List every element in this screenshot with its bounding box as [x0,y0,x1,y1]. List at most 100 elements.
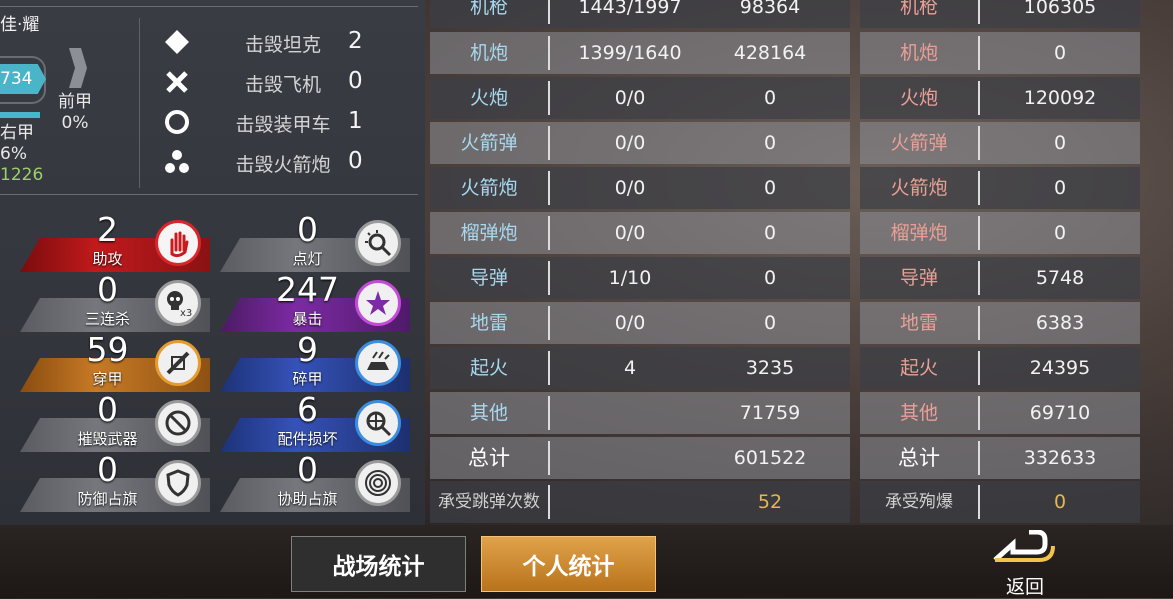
dealt-value: 0 [763,177,777,199]
taken-weapon-label: 导弹 [899,267,938,289]
kill-row-rocket-artillery: 击毁火箭炮 0 [160,146,380,176]
table-row-dealt: 导弹 1/10 0 [430,257,850,299]
svg-text:x3: x3 [180,308,192,318]
column-divider [548,171,550,205]
table-row-taken: 机炮 0 [860,32,1140,74]
detonation-value: 0 [1053,491,1067,513]
table-row-dealt: 火箭弹 0/0 0 [430,122,850,164]
ricochet-label: 承受跳弹次数 [438,492,540,512]
dealt-value: 428164 [733,42,807,64]
column-divider [978,261,980,295]
player-panel: 佳·耀 734 前甲 0% 右甲 6% 1226 击毁坦克 2 击毁飞机 0 击毁装… [0,0,425,525]
shatter-icon [355,340,401,386]
weapon-label: 机枪 [469,0,508,18]
badge-defend-flag: 0 防御占旗 [20,452,210,512]
column-divider [548,396,550,430]
divider [0,6,418,7]
weapon-label: 其他 [469,402,508,424]
hits-value: 0/0 [614,222,646,244]
pierce-icon [155,340,201,386]
taken-value: 6383 [1035,312,1085,334]
column-divider [978,441,980,475]
weapon-label: 导弹 [469,267,508,289]
weapon-label: 地雷 [469,312,508,334]
hits-value: 0/0 [614,87,646,109]
divider [0,194,418,195]
taken-value: 0 [1053,132,1067,154]
taken-value: 5748 [1035,267,1085,289]
taken-weapon-label: 起火 [899,357,938,379]
personal-stats-button[interactable]: 个人统计 [481,536,656,592]
table-row-taken: 起火 24395 [860,347,1140,389]
return-label: 返回 [1005,576,1044,598]
table-row-taken: 火炮 120092 [860,77,1140,119]
taken-value: 0 [1053,222,1067,244]
column-divider [548,126,550,160]
side-armor-bar [0,112,40,118]
dealt-value: 0 [763,267,777,289]
taken-weapon-label: 机枪 [899,0,938,18]
badge-destroy-weapon: 0 摧毁武器 [20,392,210,452]
table-row-dealt: 其他 71759 [430,392,850,434]
column-divider [548,441,550,475]
badge-spot: 0 点灯 [220,212,410,272]
spotlight-icon [355,220,401,266]
taken-value: 0 [1053,177,1067,199]
column-divider [978,81,980,115]
shield-icon [155,460,201,506]
column-divider [978,216,980,250]
return-icon [993,529,1055,562]
weapon-label: 火箭炮 [460,177,518,199]
front-armor-chevron-icon [69,48,87,88]
totals-taken-label: 总计 [898,446,940,470]
column-divider [978,171,980,205]
table-row-dealt: 起火 4 3235 [430,347,850,389]
tank-armor-indicator: 734 [0,64,46,94]
table-row-taken: 机枪 106305 [860,0,1140,28]
hits-value: 0/0 [614,132,646,154]
table-row-dealt: 机枪 1443/1997 98364 [430,0,850,28]
front-armor: 前甲 0% [58,92,92,133]
column-divider [978,351,980,385]
badge-part-damage: 6 配件损坏 [220,392,410,452]
column-divider [978,126,980,160]
column-divider [978,36,980,70]
table-row-taken: 榴弹炮 0 [860,212,1140,254]
hits-value: 0/0 [614,177,646,199]
taken-value: 69710 [1029,402,1091,424]
column-divider [978,485,980,519]
kill-row-tank: 击毁坦克 2 [160,26,380,56]
table-row-dealt: 火炮 0/0 0 [430,77,850,119]
totals-row-dealt: 总计 601522 [430,437,850,479]
column-divider [978,0,980,24]
column-divider [978,396,980,430]
table-row-taken: 火箭炮 0 [860,167,1140,209]
dealt-value: 0 [763,312,777,334]
return-button[interactable]: 返回 [990,529,1060,598]
ricochet-row: 承受跳弹次数 52 [430,481,850,523]
hits-value: 4 [623,357,637,379]
dealt-value: 0 [763,132,777,154]
taken-value: 120092 [1023,87,1097,109]
taken-weapon-label: 其他 [899,402,938,424]
weapon-label: 火箭弹 [460,132,518,154]
ring-icon [165,110,189,134]
badge-triple-kill: 0 三连杀 x3 [20,272,210,332]
taken-value: 0 [1053,42,1067,64]
badge-critical: 247 暴击 [220,272,410,332]
column-divider [548,36,550,70]
totals-dealt: 601522 [733,447,807,469]
table-row-dealt: 火箭炮 0/0 0 [430,167,850,209]
part-damage-icon [355,400,401,446]
dealt-value: 0 [763,222,777,244]
skull-x3-icon: x3 [155,280,201,326]
table-row-dealt: 地雷 0/0 0 [430,302,850,344]
battle-stats-button[interactable]: 战场统计 [291,536,466,592]
badge-shatter: 9 碎甲 [220,332,410,392]
bottom-bar: 战场统计 个人统计 返回 [0,525,1173,598]
target-icon [355,460,401,506]
dealt-value: 71759 [739,402,801,424]
radiation-icon [165,150,189,173]
column-divider [548,261,550,295]
taken-weapon-label: 机炮 [899,42,938,64]
